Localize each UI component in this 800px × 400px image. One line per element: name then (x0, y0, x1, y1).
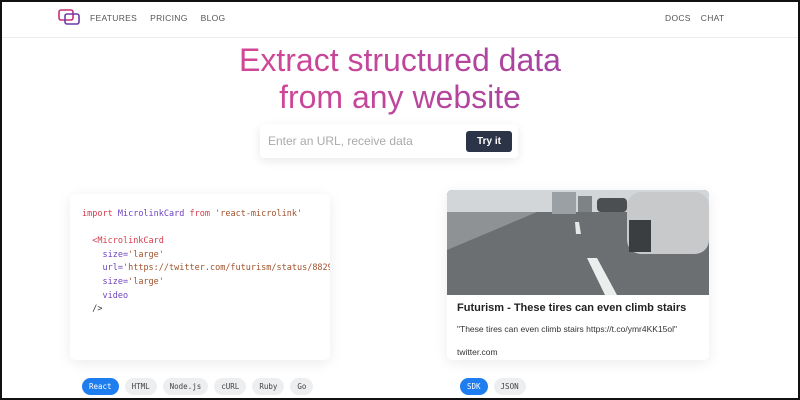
hero-title-line-1: Extract structured data (2, 42, 798, 79)
nav-left-links: FEATURES PRICING BLOG (90, 13, 225, 23)
tab-react[interactable]: React (82, 378, 119, 395)
tab-curl[interactable]: cURL (214, 378, 247, 395)
microlink-logo-icon[interactable] (58, 8, 80, 26)
hero-title: Extract structured data from any website (2, 42, 798, 116)
code-tag-open: <MicrolinkCard (92, 236, 164, 247)
top-navbar: FEATURES PRICING BLOG DOCS CHAT (2, 2, 798, 38)
code-value-url: 'https://twitter.com/futurism/status/882… (122, 263, 330, 274)
try-it-button[interactable]: Try it (466, 131, 512, 152)
preview-domain: twitter.com (457, 347, 498, 357)
code-attr-size: size= (102, 249, 129, 260)
nav-pricing-link[interactable]: PRICING (150, 13, 188, 23)
code-from-keyword: from (189, 209, 210, 219)
code-snippet: import MicrolinkCard from 'react-microli… (82, 208, 330, 317)
nav-features-link[interactable]: FEATURES (90, 13, 137, 23)
code-attr-url: url= (102, 263, 123, 274)
nav-blog-link[interactable]: BLOG (201, 13, 226, 23)
code-tag-close: /> (92, 304, 103, 315)
tab-ruby[interactable]: Ruby (252, 378, 285, 395)
tab-html[interactable]: HTML (124, 378, 157, 395)
link-preview-card[interactable]: Futurism - These tires can even climb st… (447, 190, 709, 360)
tab-json[interactable]: JSON (493, 378, 526, 395)
hero-title-line-2: from any website (2, 79, 798, 116)
code-import-name: MicrolinkCard (117, 209, 185, 219)
code-attr-video: video (102, 290, 129, 301)
code-value-size-2: 'large' (128, 276, 164, 287)
code-snippet-card: import MicrolinkCard from 'react-microli… (70, 194, 330, 360)
nav-chat-link[interactable]: CHAT (701, 13, 725, 23)
preview-description: "These tires can even climb stairs https… (457, 324, 678, 334)
url-input[interactable] (268, 132, 458, 150)
tab-go[interactable]: Go (290, 378, 314, 395)
tab-sdk[interactable]: SDK (460, 378, 488, 395)
language-tabs: React HTML Node.js cURL Ruby Go (82, 378, 314, 395)
code-module-string: 'react-microlink' (215, 209, 303, 219)
preview-title: Futurism - These tires can even climb st… (457, 302, 687, 314)
code-value-size: 'large' (128, 249, 164, 260)
nav-right-links: DOCS CHAT (665, 13, 724, 23)
code-import-keyword: import (82, 209, 113, 219)
url-search-box: Try it (260, 124, 518, 158)
output-tabs: SDK JSON (460, 378, 526, 395)
tab-nodejs[interactable]: Node.js (162, 378, 209, 395)
code-attr-size-2: size= (102, 276, 129, 287)
nav-docs-link[interactable]: DOCS (665, 13, 691, 23)
preview-video-thumbnail[interactable] (447, 190, 709, 295)
